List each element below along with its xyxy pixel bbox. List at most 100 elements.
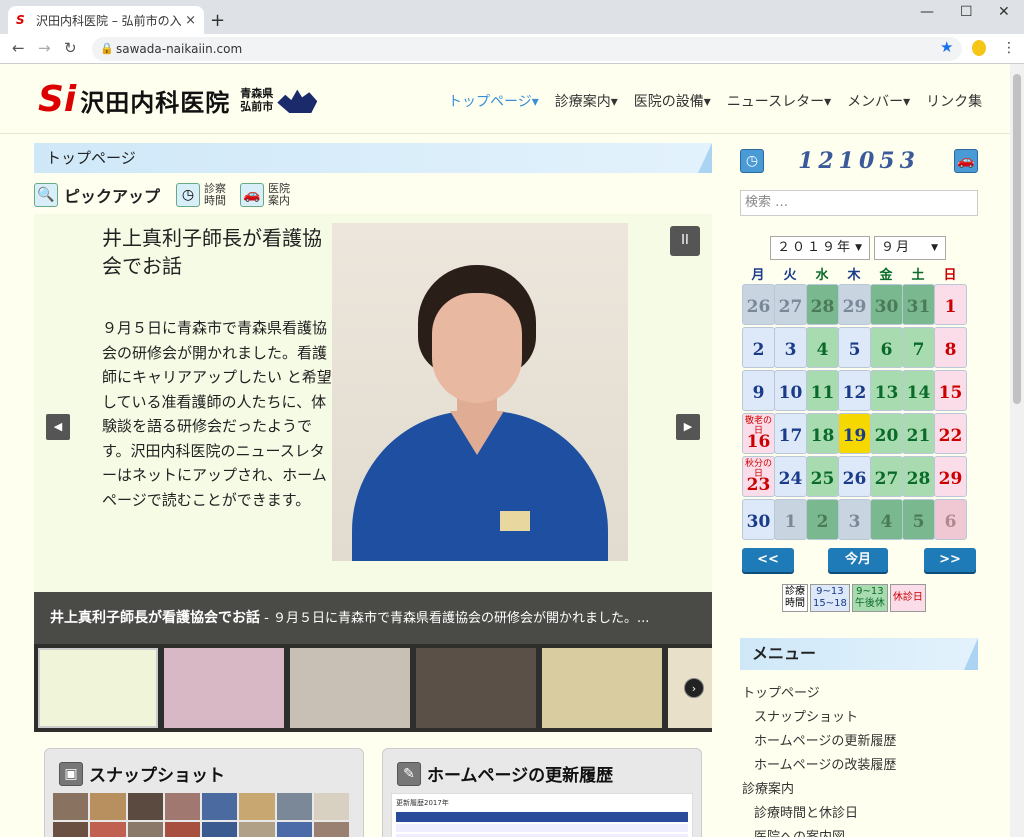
history-heading[interactable]: ✎ ホームページの更新履歴 — [397, 761, 613, 786]
calendar-day[interactable]: 3 — [774, 327, 807, 368]
calendar-day[interactable]: 31 — [902, 284, 935, 325]
calendar-day[interactable]: 1 — [774, 499, 807, 540]
calendar-day[interactable]: 13 — [870, 370, 903, 411]
menu-item-renovation-history[interactable]: ホームページの改装履歴 — [754, 754, 896, 773]
guide-link[interactable]: 医院 案内 — [268, 183, 290, 207]
calendar-day[interactable]: 2 — [742, 327, 775, 368]
calendar-day[interactable]: 22 — [934, 413, 967, 454]
history-document[interactable]: 更新履歴2017年 — [391, 793, 693, 837]
calendar-day[interactable]: 30 — [870, 284, 903, 325]
menu-item-update-history[interactable]: ホームページの更新履歴 — [754, 730, 896, 749]
tab-close-button[interactable]: × — [185, 13, 196, 28]
search-input[interactable]: 検索 … — [740, 190, 978, 216]
minimize-button[interactable]: — — [920, 4, 934, 20]
calendar-day[interactable]: 敬老の日 16 — [742, 413, 775, 454]
calendar-day[interactable]: 14 — [902, 370, 935, 411]
calendar-day[interactable]: 20 — [870, 413, 903, 454]
nurse-photo[interactable] — [332, 223, 628, 561]
month-select[interactable]: ９月 ▼ — [874, 236, 946, 260]
calendar-day[interactable]: 4 — [806, 327, 839, 368]
calendar-day[interactable]: 秋分の日 23 — [742, 456, 775, 497]
nav-top[interactable]: トップページ▾ — [448, 91, 539, 111]
next-month-button[interactable]: >> — [924, 548, 976, 572]
bookmark-star-icon[interactable]: ★ — [940, 38, 953, 56]
forward-button[interactable]: → — [38, 39, 51, 57]
slider-prev-button[interactable]: ◀ — [46, 414, 70, 440]
thumbnail[interactable] — [38, 648, 158, 728]
thumbnail[interactable] — [542, 648, 662, 728]
prev-month-button[interactable]: << — [742, 548, 794, 572]
window-close-button[interactable]: ✕ — [998, 4, 1010, 20]
clock-icon[interactable]: ◷ — [176, 183, 201, 207]
clock-icon[interactable]: ◷ — [740, 149, 764, 173]
slide-caption[interactable]: 井上真利子師長が看護協会でお話 - ９月５日に青森市で青森県看護協会の研修会が開… — [34, 592, 712, 644]
nav-clinic-info[interactable]: 診療案内▾ — [555, 91, 618, 111]
slider-next-button[interactable]: ▶ — [676, 414, 700, 440]
car-icon[interactable]: 🚗 — [240, 183, 265, 207]
menu-item-top[interactable]: トップページ — [742, 682, 820, 701]
calendar-day[interactable]: 29 — [838, 284, 871, 325]
car-icon[interactable]: 🚗 — [953, 149, 978, 173]
address-bar[interactable]: 🔒 sawada-naikaiin.com — [92, 37, 962, 61]
calendar-day[interactable]: 15 — [934, 370, 967, 411]
hours-link[interactable]: 診察 時間 — [204, 183, 226, 207]
calendar-day[interactable]: 25 — [806, 456, 839, 497]
snapshot-heading[interactable]: ▣ スナップショット — [59, 761, 225, 786]
this-month-button[interactable]: 今月 — [828, 548, 888, 572]
nav-facilities[interactable]: 医院の設備▾ — [634, 91, 711, 111]
calendar-day[interactable]: 26 — [838, 456, 871, 497]
calendar-day[interactable]: 3 — [838, 499, 871, 540]
menu-item-clinic-info[interactable]: 診療案内 — [742, 778, 794, 797]
nav-members[interactable]: メンバー▾ — [847, 91, 910, 111]
extension-icon[interactable] — [972, 40, 986, 56]
calendar-day[interactable]: 27 — [774, 284, 807, 325]
reload-button[interactable]: ↻ — [64, 39, 77, 57]
calendar-day[interactable]: 6 — [934, 499, 967, 540]
menu-item-snapshot[interactable]: スナップショット — [754, 706, 858, 725]
back-button[interactable]: ← — [12, 39, 25, 57]
calendar-day[interactable]: 17 — [774, 413, 807, 454]
slide-title[interactable]: 井上真利子師長が看護協会でお話 — [102, 224, 332, 280]
calendar-day[interactable]: 12 — [838, 370, 871, 411]
new-tab-button[interactable]: + — [210, 10, 225, 31]
calendar-day[interactable]: 18 — [806, 413, 839, 454]
year-select[interactable]: ２０１９年 ▼ — [770, 236, 870, 260]
calendar-day[interactable]: 5 — [838, 327, 871, 368]
calendar-day[interactable]: 10 — [774, 370, 807, 411]
site-logo[interactable]: Si 沢田内科医院 青森県 弘前市 — [38, 82, 318, 118]
calendar-day[interactable]: 11 — [806, 370, 839, 411]
calendar-day[interactable]: 1 — [934, 284, 967, 325]
calendar-day[interactable]: 6 — [870, 327, 903, 368]
slider-pause-button[interactable]: II — [670, 226, 700, 256]
calendar-day[interactable]: 2 — [806, 499, 839, 540]
maximize-button[interactable]: ☐ — [960, 4, 973, 20]
calendar-day[interactable]: 26 — [742, 284, 775, 325]
nav-newsletter[interactable]: ニュースレター▾ — [727, 91, 831, 111]
calendar-day[interactable]: 9 — [742, 370, 775, 411]
thumbnail[interactable] — [290, 648, 410, 728]
browser-menu-icon[interactable]: ⋮ — [1002, 40, 1016, 56]
thumbnails-next-button[interactable]: › — [684, 678, 704, 698]
calendar-day[interactable]: 7 — [902, 327, 935, 368]
nav-links[interactable]: リンク集 — [926, 91, 982, 111]
browser-tab[interactable]: S 沢田内科医院 – 弘前市の入院診療 × — [8, 6, 204, 34]
calendar-day[interactable]: 28 — [902, 456, 935, 497]
menu-item-directions[interactable]: 医院への案内図 — [754, 826, 845, 837]
calendar-day-number: 2 — [816, 512, 829, 532]
thumbnail[interactable] — [416, 648, 536, 728]
calendar-day[interactable]: 21 — [902, 413, 935, 454]
calendar-day[interactable]: 24 — [774, 456, 807, 497]
snapshot-mosaic[interactable] — [53, 793, 349, 837]
calendar-day[interactable]: 5 — [902, 499, 935, 540]
calendar-day[interactable]: 8 — [934, 327, 967, 368]
calendar-day[interactable]: 28 — [806, 284, 839, 325]
thumbnail[interactable] — [164, 648, 284, 728]
menu-item-hours[interactable]: 診療時間と休診日 — [754, 802, 858, 821]
page-scrollbar[interactable] — [1010, 64, 1024, 837]
calendar-day[interactable]: 27 — [870, 456, 903, 497]
calendar-day[interactable]: 4 — [870, 499, 903, 540]
calendar-day[interactable]: 30 — [742, 499, 775, 540]
calendar-day[interactable]: 29 — [934, 456, 967, 497]
scrollbar-thumb[interactable] — [1013, 74, 1021, 404]
calendar-day[interactable]: 19 — [838, 413, 871, 454]
